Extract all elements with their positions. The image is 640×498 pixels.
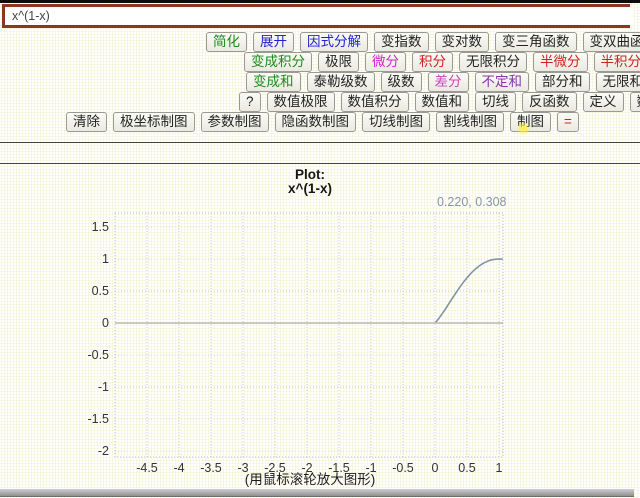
plot-title-line2: x^(1-x): [116, 182, 504, 196]
plot-canvas[interactable]: 1.510.50-0.5-1-1.5-2-4.5-4-3.5-3-2.5-2-1…: [70, 206, 520, 478]
toolbar-button[interactable]: ?: [239, 92, 261, 112]
y-tick-label: -2: [98, 444, 109, 458]
toolbar-button[interactable]: 割线制图: [436, 112, 504, 132]
toolbar-button[interactable]: 无限和: [596, 72, 640, 92]
toolbar-button[interactable]: 展开: [253, 32, 294, 52]
expression-input[interactable]: [5, 7, 634, 25]
plot-title: Plot: x^(1-x): [116, 168, 504, 196]
toolbar-button[interactable]: 数值解方程: [630, 92, 640, 112]
toolbar-button[interactable]: 数值积分: [341, 92, 409, 112]
toolbar-button[interactable]: 制图: [510, 112, 551, 132]
plot-frame: [115, 213, 503, 457]
toolbar-button[interactable]: =: [557, 112, 579, 132]
y-tick-label: 0: [102, 316, 109, 330]
toolbar-button[interactable]: 变指数: [374, 32, 429, 52]
toolbar-row-plot: 清除极坐标制图参数制图隐函数制图切线制图割线制图制图 =: [0, 112, 640, 132]
toolbar-button[interactable]: 数值和: [415, 92, 470, 112]
toolbar-button[interactable]: 极限: [318, 52, 359, 72]
toolbar-row-numeric: ?数值极限数值积分数值和切线反函数定义数值解方程≈: [0, 92, 640, 112]
toolbar-button[interactable]: 差分: [428, 72, 469, 92]
y-tick-label: -1: [98, 380, 109, 394]
cursor-glow: [517, 122, 530, 135]
toolbar-button[interactable]: 泰勒级数: [307, 72, 375, 92]
toolbar-button[interactable]: 切线: [475, 92, 516, 112]
toolbar-button[interactable]: 隐函数制图: [275, 112, 357, 132]
y-tick-label: 1.5: [92, 220, 109, 234]
y-tick-label: -0.5: [87, 348, 109, 362]
toolbar-button[interactable]: 半积分: [594, 52, 640, 72]
plot-zoom-hint: (用鼠标滚轮放大图形): [96, 468, 524, 488]
toolbar-button[interactable]: 半微分: [533, 52, 588, 72]
toolbar-row-calculus: 变成积分极限微分积分无限积分半微分半积分解微分方程: [0, 52, 640, 72]
divider-bottom: [0, 163, 640, 164]
y-tick-label: 1: [102, 252, 109, 266]
toolbar-button[interactable]: 因式分解: [300, 32, 368, 52]
toolbar-row-series: 变成和泰勒级数级数差分不定和部分和无限和解递归方程: [0, 72, 640, 92]
toolbar-button[interactable]: 极坐标制图: [113, 112, 195, 132]
toolbar-button[interactable]: 变双曲函数: [583, 32, 640, 52]
toolbar-button[interactable]: 简化: [206, 32, 247, 52]
expression-input-frame: [2, 4, 630, 28]
toolbar-button[interactable]: 定义: [583, 92, 624, 112]
toolbar-button[interactable]: 反函数: [522, 92, 577, 112]
toolbar-button[interactable]: 无限积分: [459, 52, 527, 72]
toolbar-button[interactable]: 微分: [365, 52, 406, 72]
toolbar-button[interactable]: 级数: [381, 72, 422, 92]
toolbar-button[interactable]: 清除: [66, 112, 107, 132]
y-tick-label: 0.5: [92, 284, 109, 298]
app-window: 简化展开因式分解变指数变对数变三角函数变双曲函数解方程 变成积分极限微分积分无限…: [0, 0, 640, 498]
toolbar-button[interactable]: 部分和: [535, 72, 590, 92]
toolbar-button[interactable]: 数值极限: [267, 92, 335, 112]
toolbar-row-transform: 简化展开因式分解变指数变对数变三角函数变双曲函数解方程: [0, 32, 640, 52]
toolbar-button[interactable]: 积分: [412, 52, 453, 72]
toolbar-button[interactable]: 变成和: [246, 72, 301, 92]
top-border-bar: [0, 0, 640, 3]
horizontal-scrollbar[interactable]: [0, 489, 634, 497]
toolbar-button[interactable]: 变三角函数: [495, 32, 577, 52]
toolbar-button[interactable]: 切线制图: [362, 112, 430, 132]
toolbar-button[interactable]: 不定和: [475, 72, 530, 92]
toolbar-button[interactable]: 参数制图: [201, 112, 269, 132]
y-tick-label: -1.5: [87, 412, 109, 426]
toolbar-button[interactable]: 变对数: [435, 32, 490, 52]
divider-top: [0, 142, 640, 143]
toolbar-button[interactable]: 变成积分: [244, 52, 312, 72]
plot-title-line1: Plot:: [116, 168, 504, 182]
